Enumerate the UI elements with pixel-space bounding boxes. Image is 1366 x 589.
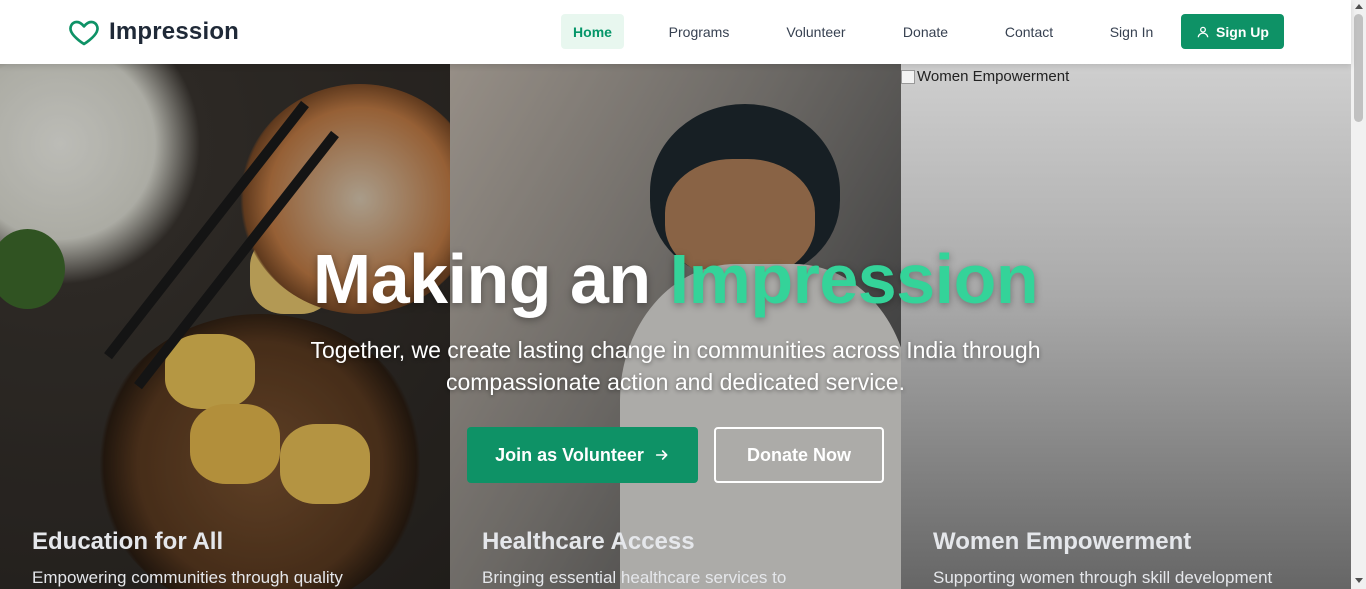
join-as-volunteer-label: Join as Volunteer	[495, 444, 644, 465]
nav-link-programs[interactable]: Programs	[668, 14, 730, 49]
education-program-panel[interactable]: Education for All Empowering communities…	[0, 64, 450, 589]
top-navbar: Impression Home Programs Volunteer Donat…	[0, 0, 1351, 64]
scroll-down-arrow-icon[interactable]	[1355, 578, 1363, 583]
nav-link-donate[interactable]: Donate	[902, 14, 949, 49]
hero-section: Education for All Empowering communities…	[0, 64, 1351, 589]
nav-link-home[interactable]: Home	[561, 14, 624, 49]
heart-icon	[69, 20, 99, 46]
program-description-healthcare: Bringing essential healthcare services t…	[482, 568, 787, 587]
program-description-education: Empowering communities through quality	[32, 568, 343, 587]
women-empowerment-program-panel[interactable]: Women Empowerment Women Empowerment Supp…	[901, 64, 1351, 589]
hero-subtitle: Together, we create lasting change in co…	[310, 337, 1041, 395]
brand-name: Impression	[109, 18, 240, 45]
join-as-volunteer-button[interactable]: Join as Volunteer	[467, 427, 698, 483]
hero-headline-highlight: Impression	[669, 240, 1039, 318]
broken-image-alt-text: Women Empowerment	[917, 68, 1070, 85]
nav-links: Home Programs Volunteer Donate Contact S…	[561, 14, 1154, 49]
hero-headline-text: Making an	[312, 240, 670, 318]
scrollbar-thumb[interactable]	[1354, 14, 1363, 122]
scroll-up-arrow-icon[interactable]	[1355, 4, 1363, 9]
sign-up-label: Sign Up	[1216, 23, 1269, 40]
program-description-women-empowerment: Supporting women through skill developme…	[933, 568, 1273, 587]
program-title-women-empowerment: Women Empowerment	[933, 528, 1192, 555]
healthcare-program-panel[interactable]: Healthcare Access Bringing essential hea…	[450, 64, 901, 589]
broken-image-icon	[901, 69, 915, 84]
women-empowerment-broken-image: Women Empowerment	[901, 68, 1069, 85]
nav-link-contact[interactable]: Contact	[1004, 14, 1054, 49]
nav-link-sign-in[interactable]: Sign In	[1109, 14, 1154, 49]
program-title-education: Education for All	[32, 528, 224, 555]
brand-logo-link[interactable]: Impression	[68, 16, 239, 48]
user-icon	[1197, 26, 1209, 37]
sign-up-button[interactable]: Sign Up	[1181, 14, 1284, 49]
program-title-healthcare: Healthcare Access	[482, 528, 695, 555]
hero-headline: Making an Impression	[0, 239, 1351, 319]
arrow-right-icon	[655, 450, 668, 460]
donate-now-button[interactable]: Donate Now	[714, 427, 884, 483]
nav-link-volunteer[interactable]: Volunteer	[785, 14, 847, 49]
page-scrollbar[interactable]	[1351, 0, 1366, 589]
